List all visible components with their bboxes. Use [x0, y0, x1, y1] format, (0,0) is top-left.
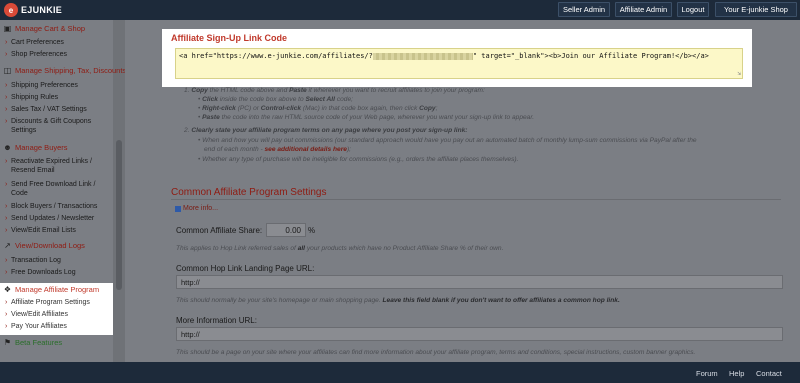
sidebar-item-send-updates[interactable]: Send Updates / Newsletter — [5, 214, 111, 223]
brand-name: EJUNKIE — [21, 5, 63, 15]
footer-bar: Forum Help Contact — [0, 362, 800, 383]
footer-help-link[interactable]: Help — [729, 369, 744, 378]
footer-contact-link[interactable]: Contact — [756, 369, 782, 378]
sidebar-head-logs[interactable]: ↗ View/Download Logs — [3, 240, 85, 251]
sidebar-item-pay-affiliates[interactable]: Pay Your Affiliates — [5, 322, 111, 331]
hop-url-label: Common Hop Link Landing Page URL: — [176, 264, 315, 273]
hop-url-input[interactable]: http:// — [176, 275, 783, 289]
code-prefix: <a href="https://www.e-junkie.com/affili… — [179, 52, 373, 60]
sidebar-item-free-downloads-log[interactable]: Free Downloads Log — [5, 268, 111, 277]
more-info-url-hint: This should be a page on your site where… — [176, 349, 696, 356]
affiliate-icon: ❖ — [3, 285, 12, 294]
section-divider — [171, 199, 781, 200]
signup-title: Affiliate Sign-Up Link Code — [171, 33, 287, 43]
instruction-bullet-1: • Click inside the code box above to Sel… — [198, 96, 353, 103]
sidebar-item-email-lists[interactable]: View/Edit Email Lists — [5, 226, 111, 235]
instruction-step-2: 2. Clearly state your affiliate program … — [184, 127, 468, 134]
sidebar-item-shipping-preferences[interactable]: Shipping Preferences — [5, 81, 111, 90]
info-icon — [175, 205, 181, 212]
share-label: Common Affiliate Share: — [176, 226, 263, 235]
resize-grip-icon[interactable]: ⇲ — [737, 70, 741, 77]
sidebar-scroll-thumb[interactable] — [116, 140, 122, 290]
sidebar-item-view-edit-affiliates[interactable]: View/Edit Affiliates — [5, 310, 111, 319]
seller-admin-button[interactable]: Seller Admin — [558, 2, 610, 17]
more-info-url-input[interactable]: http:// — [176, 327, 783, 341]
affiliate-share-input[interactable]: 0.00 — [266, 223, 306, 237]
sidebar-item-send-free-link[interactable]: Send Free Download Link / Code — [5, 180, 111, 198]
your-shop-button[interactable]: Your E-junkie Shop — [715, 2, 797, 17]
flask-icon: ⚑ — [3, 338, 12, 347]
sidebar-item-shipping-rules[interactable]: Shipping Rules — [5, 93, 111, 102]
instruction-bullet-2: • Right-click (PC) or Control-click (Mac… — [198, 105, 438, 112]
sidebar-head-beta[interactable]: ⚑ Beta Features — [3, 337, 62, 348]
hop-url-hint: This should normally be your site's home… — [176, 297, 620, 304]
sidebar-item-cart-preferences[interactable]: Cart Preferences — [5, 38, 111, 47]
shop-icon: ▣ — [3, 24, 12, 33]
chart-icon: ↗ — [4, 241, 11, 250]
affiliate-admin-button[interactable]: Affiliate Admin — [615, 2, 672, 17]
code-suffix: " target="_blank"><b>Join our Affiliate … — [472, 52, 709, 60]
settings-section-title: Common Affiliate Program Settings — [171, 187, 327, 198]
more-info-url-label: More Information URL: — [176, 316, 257, 325]
instruction-bullet-4: • When and how you will pay out commissi… — [198, 137, 697, 144]
instruction-bullet-4-cont: end of each month - see additional detai… — [204, 146, 351, 153]
signup-code-textarea[interactable]: <a href="https://www.e-junkie.com/affili… — [175, 48, 743, 79]
sidebar-item-reactivate[interactable]: Reactivate Expired Links / Resend Email — [5, 157, 111, 175]
brand-logo[interactable]: e EJUNKIE — [4, 3, 62, 17]
footer-forum-link[interactable]: Forum — [696, 369, 718, 378]
logout-button[interactable]: Logout — [677, 2, 709, 17]
share-hint: This applies to Hop Link referred sales … — [176, 245, 504, 252]
user-icon: ☻ — [3, 143, 12, 152]
sidebar-item-transaction-log[interactable]: Transaction Log — [5, 256, 111, 265]
share-percent-unit: % — [308, 226, 316, 235]
sidebar-head-buyers[interactable]: ☻ Manage Buyers — [3, 142, 67, 153]
sidebar-item-sales-tax[interactable]: Sales Tax / VAT Settings — [5, 105, 111, 114]
more-info-link[interactable]: More info... — [175, 205, 218, 212]
cart-icon: ◫ — [3, 66, 12, 75]
instruction-bullet-5: • Whether any type of purchase will be i… — [198, 156, 519, 163]
sidebar-head-cart[interactable]: ▣ Manage Cart & Shop — [3, 23, 85, 34]
sidebar-item-affiliate-settings[interactable]: Affiliate Program Settings — [5, 298, 111, 307]
sidebar-item-discounts[interactable]: Discounts & Gift Coupons Settings — [5, 117, 111, 135]
top-bar: e EJUNKIE Seller Admin Affiliate Admin L… — [0, 0, 800, 20]
instruction-bullet-3: • Paste the code into the raw HTML sourc… — [198, 114, 535, 121]
sidebar-head-affiliate[interactable]: ❖ Manage Affiliate Program — [3, 284, 99, 295]
sidebar-head-shipping[interactable]: ◫ Manage Shipping, Tax, Discounts — [3, 65, 126, 76]
sidebar-item-block-buyers[interactable]: Block Buyers / Transactions — [5, 202, 111, 211]
instruction-step-1: 1. Copy the HTML code above and Paste it… — [184, 87, 485, 94]
sidebar-item-shop-preferences[interactable]: Shop Preferences — [5, 50, 111, 59]
redacted-affiliate-id — [372, 52, 473, 60]
additional-details-link[interactable]: see additional details here — [264, 146, 346, 153]
ejunkie-logo-icon: e — [4, 3, 18, 17]
